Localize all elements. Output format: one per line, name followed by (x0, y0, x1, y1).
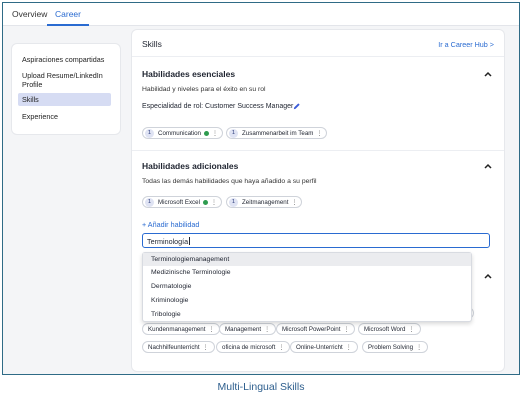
chevron-up-icon[interactable] (483, 69, 493, 79)
chevron-up-icon[interactable] (483, 161, 493, 171)
more-options-icon[interactable]: ⋮ (212, 130, 218, 137)
skill-chip-label: Kundenmanagement (148, 325, 206, 333)
suggested-skill-chip[interactable]: Management ⋮ (219, 323, 277, 335)
skill-chip-label: Zusammenarbeit im Team (242, 129, 314, 137)
more-options-icon[interactable]: ⋮ (208, 326, 214, 333)
skill-chip-label: Problem Solving (368, 343, 414, 351)
suggestion-item[interactable]: Tribologie (143, 308, 471, 321)
edit-pencil-icon[interactable] (292, 102, 301, 111)
skill-chip-label: Microsoft PowerPoint (282, 325, 341, 333)
suggested-skill-chip[interactable]: Problem Solving ⋮ (362, 341, 429, 353)
more-options-icon[interactable]: ⋮ (278, 344, 284, 351)
tab-overview[interactable]: Overview (12, 9, 47, 19)
tab-bar: Overview Career (3, 3, 519, 26)
suggestion-item[interactable]: Dermatologie (143, 280, 471, 293)
verified-check-icon (202, 199, 208, 205)
app-window: Overview Career Aspiraciones compartidas… (2, 2, 520, 375)
verified-check-icon (204, 130, 209, 136)
role-specialty-label: Especialidad de rol: Customer Success Ma… (142, 103, 294, 110)
text-cursor (189, 237, 190, 245)
skill-chip-label: Nachhilfeunterricht (148, 343, 200, 351)
suggested-skill-chip[interactable]: Online-Unterricht ⋮ (290, 341, 358, 353)
skill-search-value: Terminología (147, 237, 189, 246)
skill-chip-excel[interactable]: 1 Microsoft Excel ⋮ (142, 196, 222, 208)
sidebar-item-skills[interactable]: Skills (18, 93, 111, 106)
skill-search-input[interactable]: Terminología (142, 233, 490, 248)
more-options-icon[interactable]: ⋮ (264, 326, 270, 333)
more-options-icon[interactable]: ⋮ (211, 199, 217, 206)
suggestion-item[interactable]: Medizinische Terminologie (143, 266, 471, 279)
skill-level-badge: 1 (145, 197, 154, 207)
suggested-skill-chip[interactable]: Nachhilfeunterricht ⋮ (142, 341, 215, 353)
skill-chip-label: Zeitmanagement (242, 198, 289, 206)
suggestion-item[interactable]: Terminologiemanagement (143, 253, 471, 266)
skill-level-badge: 1 (229, 197, 238, 207)
skill-chip-label: oficina de microsoft (222, 343, 276, 351)
sidebar-item-experience[interactable]: Experience (18, 110, 111, 123)
page-title: Skills (142, 39, 162, 49)
additional-skills-title: Habilidades adicionales (142, 161, 239, 171)
skill-suggestions-dropdown: Terminologiemanagement Medizinische Term… (142, 252, 472, 322)
additional-skills-subtitle: Todas las demás habilidades que haya aña… (142, 178, 317, 185)
tab-career[interactable]: Career (55, 9, 81, 19)
more-options-icon[interactable]: ⋮ (416, 344, 422, 351)
essential-skills-subtitle: Habilidad y niveles para el éxito en su … (142, 86, 266, 93)
suggested-skill-chip[interactable]: oficina de microsoft ⋮ (216, 341, 291, 353)
suggested-skill-chip[interactable]: Microsoft Word ⋮ (358, 323, 421, 335)
sidebar: Aspiraciones compartidas Upload Resume/L… (11, 43, 121, 135)
figure-caption: Multi-Lingual Skills (217, 381, 305, 393)
sidebar-item-upload-resume[interactable]: Upload Resume/LinkedIn Profile (18, 69, 111, 91)
skill-chip-zusammenarbeit[interactable]: 1 Zusammenarbeit im Team ⋮ (226, 127, 328, 139)
skill-chip-label: Microsoft Word (364, 325, 406, 333)
active-tab-indicator (47, 24, 89, 26)
skill-chip-label: Communication (158, 129, 201, 137)
divider (132, 150, 504, 151)
more-options-icon[interactable]: ⋮ (409, 326, 415, 333)
sidebar-item-aspiraciones[interactable]: Aspiraciones compartidas (18, 53, 111, 66)
more-options-icon[interactable]: ⋮ (203, 344, 209, 351)
career-hub-link[interactable]: Ir a Career Hub > (438, 40, 494, 49)
divider (132, 56, 504, 57)
chevron-up-icon[interactable] (483, 271, 493, 281)
skill-chip-label: Management (225, 325, 262, 333)
skills-panel: Skills Ir a Career Hub > Habilidades ese… (131, 29, 505, 372)
skill-chip-label: Online-Unterricht (296, 343, 343, 351)
more-options-icon[interactable]: ⋮ (346, 344, 352, 351)
more-options-icon[interactable]: ⋮ (316, 130, 322, 137)
suggestion-item[interactable]: Kriminologie (143, 294, 471, 307)
suggested-skill-chip[interactable]: Microsoft PowerPoint ⋮ (276, 323, 356, 335)
skill-chip-communication[interactable]: 1 Communication ⋮ (142, 127, 223, 139)
skill-level-badge: 1 (145, 128, 154, 138)
skill-chip-zeitmanagement[interactable]: 1 Zeitmanagement ⋮ (226, 196, 303, 208)
skill-level-badge: 1 (229, 128, 238, 138)
skill-chip-label: Microsoft Excel (158, 198, 200, 206)
suggested-skill-chip[interactable]: Kundenmanagement ⋮ (142, 323, 221, 335)
add-skill-link[interactable]: + Añadir habilidad (142, 220, 199, 229)
essential-skills-title: Habilidades esenciales (142, 69, 236, 79)
more-options-icon[interactable]: ⋮ (291, 199, 297, 206)
more-options-icon[interactable]: ⋮ (343, 326, 349, 333)
